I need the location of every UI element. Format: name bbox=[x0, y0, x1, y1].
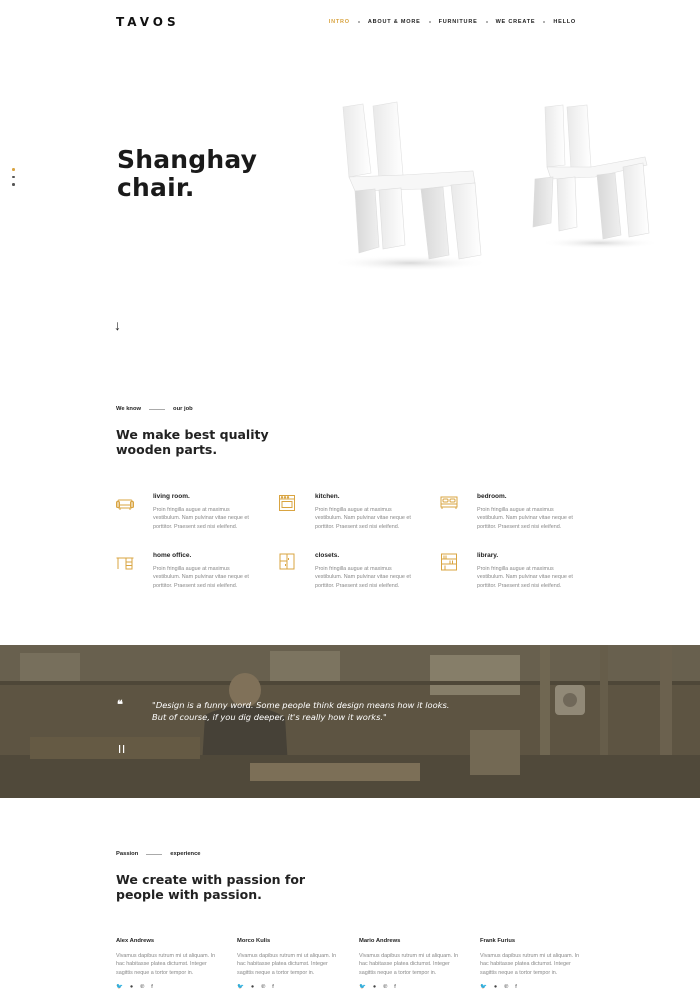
feature-text: Proin fringilla augue at maximus vestibu… bbox=[315, 507, 411, 530]
feature-title: bedroom. bbox=[477, 493, 507, 500]
feature-title: library. bbox=[477, 552, 499, 559]
chair-left bbox=[330, 101, 490, 271]
feature-title: closets. bbox=[315, 552, 340, 559]
feature-text: Proin fringilla augue at maximus vestibu… bbox=[153, 566, 249, 589]
nav-intro[interactable]: INTRO bbox=[329, 19, 350, 25]
team-eyebrow: Passion experience bbox=[116, 851, 201, 857]
section-dots bbox=[12, 168, 16, 191]
member-social: 🐦 ● ℗ f bbox=[116, 984, 226, 990]
pause-icon[interactable] bbox=[118, 744, 127, 754]
hero-title: Shanghay chair. bbox=[117, 145, 258, 202]
github-icon[interactable]: ● bbox=[251, 984, 254, 990]
facebook-icon[interactable]: f bbox=[151, 984, 153, 990]
member-name: Alex Andrews bbox=[116, 938, 155, 944]
nav-separator bbox=[543, 21, 546, 23]
bed-icon bbox=[440, 496, 458, 509]
site-header: TAVOS INTRO ABOUT & MORE FURNITURE WE CR… bbox=[0, 0, 700, 46]
twitter-icon[interactable]: 🐦 bbox=[480, 984, 487, 990]
section-dot-2[interactable] bbox=[12, 175, 15, 178]
about-eyebrow: We know our job bbox=[116, 406, 193, 412]
section-dot-1[interactable] bbox=[12, 168, 15, 171]
sofa-icon bbox=[116, 499, 134, 510]
main-nav: INTRO ABOUT & MORE FURNITURE WE CREATE H… bbox=[329, 19, 576, 25]
team-member: Morco Kulis Vivamus dapibus rutrum mi ut… bbox=[237, 938, 347, 990]
logo[interactable]: TAVOS bbox=[116, 15, 180, 29]
section-dot-3[interactable] bbox=[12, 183, 15, 186]
team-member: Alex Andrews Vivamus dapibus rutrum mi u… bbox=[116, 938, 226, 990]
chair-right bbox=[532, 104, 660, 249]
oven-icon bbox=[279, 495, 295, 511]
scroll-down-arrow[interactable]: ↓ bbox=[114, 318, 121, 332]
quote-icon: ❝ bbox=[117, 699, 123, 711]
pinterest-icon[interactable]: ℗ bbox=[261, 984, 265, 990]
eyebrow-left: Passion bbox=[116, 851, 139, 857]
about-title: We make best quality wooden parts. bbox=[116, 427, 269, 457]
nav-separator bbox=[485, 21, 488, 23]
twitter-icon[interactable]: 🐦 bbox=[116, 984, 123, 990]
member-name: Morco Kulis bbox=[237, 938, 271, 944]
member-name: Mario Andrews bbox=[359, 938, 401, 944]
member-social: 🐦 ● ℗ f bbox=[359, 984, 469, 990]
pinterest-icon[interactable]: ℗ bbox=[140, 984, 144, 990]
member-social: 🐦 ● ℗ f bbox=[237, 984, 347, 990]
member-name: Frank Furius bbox=[480, 938, 516, 944]
nav-separator bbox=[357, 21, 360, 23]
member-social: 🐦 ● ℗ f bbox=[480, 984, 590, 990]
team-member: Mario Andrews Vivamus dapibus rutrum mi … bbox=[359, 938, 469, 990]
team-member: Frank Furius Vivamus dapibus rutrum mi u… bbox=[480, 938, 590, 990]
pinterest-icon[interactable]: ℗ bbox=[383, 984, 387, 990]
github-icon[interactable]: ● bbox=[373, 984, 376, 990]
team-title: We create with passion for people with p… bbox=[116, 872, 306, 902]
desk-icon bbox=[116, 557, 134, 570]
bookshelf-icon bbox=[441, 553, 457, 571]
feature-text: Proin fringilla augue at maximus vestibu… bbox=[315, 566, 411, 589]
feature-text: Proin fringilla augue at maximus vestibu… bbox=[477, 507, 573, 530]
member-bio: Vivamus dapibus rutrum mi ut aliquam. In… bbox=[480, 953, 580, 976]
member-bio: Vivamus dapibus rutrum mi ut aliquam. In… bbox=[237, 953, 337, 976]
facebook-icon[interactable]: f bbox=[394, 984, 396, 990]
feature-text: Proin fringilla augue at maximus vestibu… bbox=[153, 507, 249, 530]
member-bio: Vivamus dapibus rutrum mi ut aliquam. In… bbox=[359, 953, 459, 976]
feature-title: kitchen. bbox=[315, 493, 340, 500]
eyebrow-right: our job bbox=[173, 406, 193, 412]
eyebrow-right: experience bbox=[170, 851, 201, 857]
eyebrow-left: We know bbox=[116, 406, 142, 412]
pinterest-icon[interactable]: ℗ bbox=[504, 984, 508, 990]
nav-furniture[interactable]: FURNITURE bbox=[439, 19, 478, 25]
nav-separator bbox=[428, 21, 431, 23]
twitter-icon[interactable]: 🐦 bbox=[237, 984, 244, 990]
quote-text: "Design is a funny word. Some people thi… bbox=[152, 700, 450, 722]
eyebrow-divider bbox=[146, 853, 163, 855]
closet-icon bbox=[279, 553, 295, 570]
feature-title: home office. bbox=[153, 552, 192, 559]
github-icon[interactable]: ● bbox=[130, 984, 133, 990]
feature-title: living room. bbox=[153, 493, 190, 500]
twitter-icon[interactable]: 🐦 bbox=[359, 984, 366, 990]
facebook-icon[interactable]: f bbox=[515, 984, 517, 990]
hero-chairs-image bbox=[330, 101, 660, 271]
member-bio: Vivamus dapibus rutrum mi ut aliquam. In… bbox=[116, 953, 216, 976]
facebook-icon[interactable]: f bbox=[272, 984, 274, 990]
github-icon[interactable]: ● bbox=[494, 984, 497, 990]
nav-hello[interactable]: HELLO bbox=[553, 19, 576, 25]
eyebrow-divider bbox=[149, 408, 166, 410]
nav-we-create[interactable]: WE CREATE bbox=[496, 19, 536, 25]
nav-about[interactable]: ABOUT & MORE bbox=[368, 19, 421, 25]
feature-text: Proin fringilla augue at maximus vestibu… bbox=[477, 566, 573, 589]
